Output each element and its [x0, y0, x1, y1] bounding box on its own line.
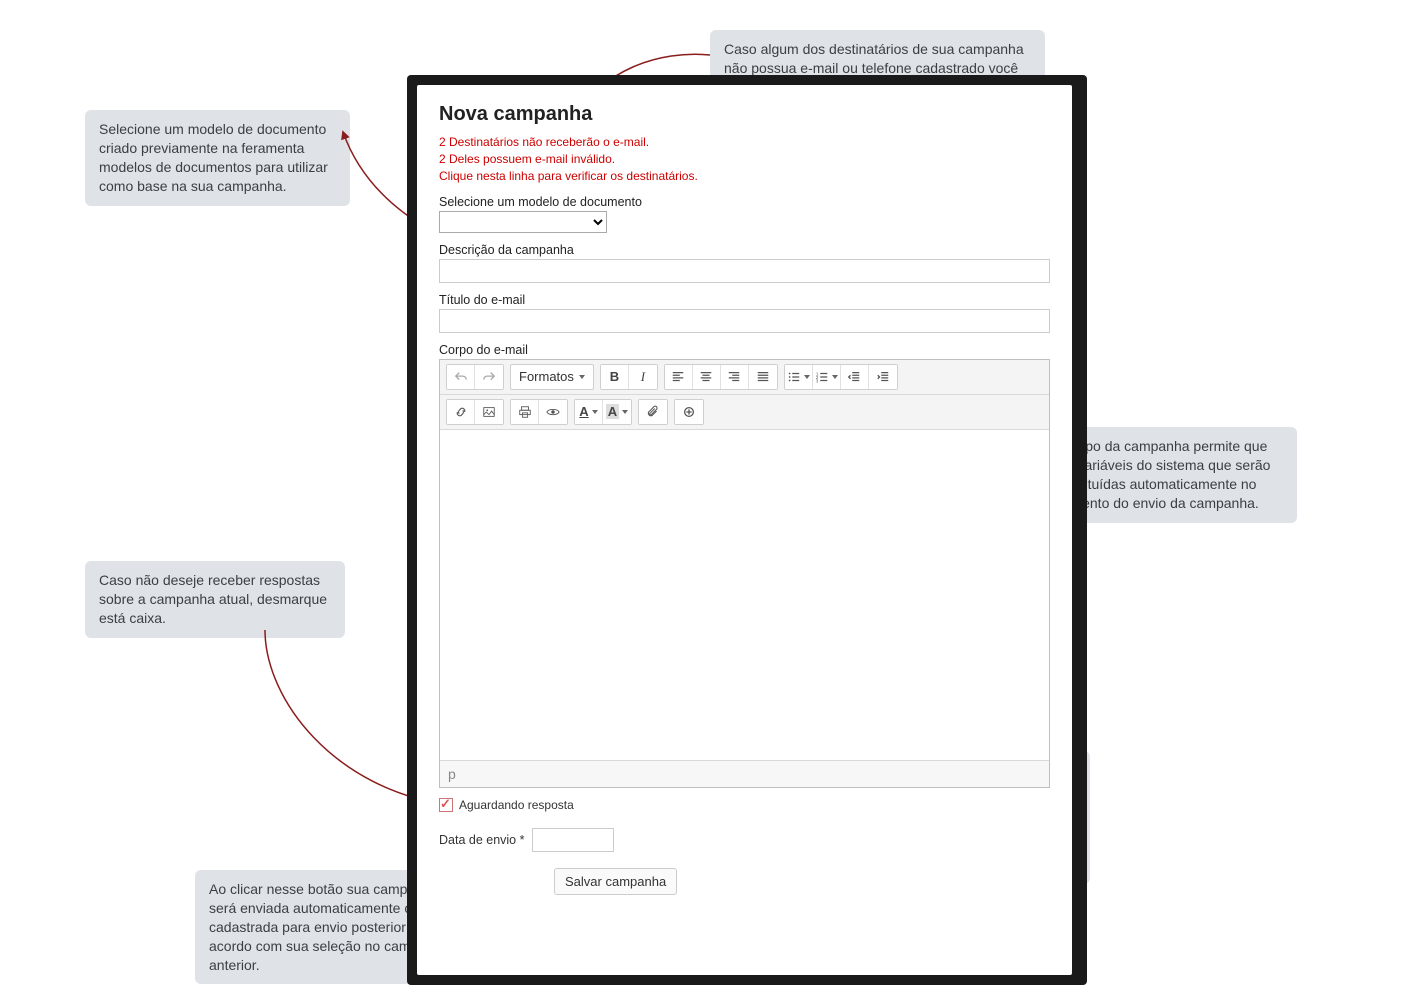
warning-line-link[interactable]: Clique nesta linha para verificar os des… — [439, 168, 1050, 184]
preview-button[interactable] — [539, 400, 567, 424]
align-justify-button[interactable] — [749, 365, 777, 389]
email-title-label: Título do e-mail — [439, 293, 1050, 307]
link-button[interactable] — [447, 400, 475, 424]
editor-content-area[interactable] — [440, 430, 1049, 760]
insert-button[interactable] — [675, 400, 703, 424]
formats-dropdown[interactable]: Formatos — [511, 365, 593, 389]
callout-awaiting-response: Caso não deseje receber respostas sobre … — [85, 561, 345, 638]
editor-status-path: p — [440, 760, 1049, 787]
redo-button[interactable] — [475, 365, 503, 389]
model-label: Selecione um modelo de documento — [439, 195, 1050, 209]
indent-button[interactable] — [869, 365, 897, 389]
model-select[interactable] — [439, 211, 607, 233]
align-center-button[interactable] — [693, 365, 721, 389]
warning-line-2: 2 Deles possuem e-mail inválido. — [439, 151, 1050, 167]
print-button[interactable] — [511, 400, 539, 424]
dialog-title: Nova campanha — [439, 103, 1050, 126]
text-color-button[interactable]: A — [575, 400, 603, 424]
description-label: Descrição da campanha — [439, 243, 1050, 257]
rich-text-editor: Formatos B I 123 — [439, 359, 1050, 788]
awaiting-response-label: Aguardando resposta — [459, 798, 574, 812]
dialog-frame: Nova campanha 2 Destinatários não recebe… — [417, 85, 1072, 975]
send-date-input[interactable] — [532, 828, 614, 852]
align-right-button[interactable] — [721, 365, 749, 389]
outdent-button[interactable] — [841, 365, 869, 389]
image-button[interactable] — [475, 400, 503, 424]
description-input[interactable] — [439, 259, 1050, 283]
save-campaign-button[interactable]: Salvar campanha — [554, 868, 677, 895]
awaiting-response-checkbox[interactable] — [439, 798, 453, 812]
align-left-button[interactable] — [665, 365, 693, 389]
bg-color-button[interactable]: A — [603, 400, 631, 424]
bullet-list-button[interactable] — [785, 365, 813, 389]
bold-button[interactable]: B — [601, 365, 629, 389]
svg-text:3: 3 — [816, 378, 819, 383]
email-title-input[interactable] — [439, 309, 1050, 333]
callout-model-select: Selecione um modelo de documento criado … — [85, 110, 350, 206]
attachment-button[interactable] — [639, 400, 667, 424]
undo-button[interactable] — [447, 365, 475, 389]
body-label: Corpo do e-mail — [439, 343, 1050, 357]
italic-button[interactable]: I — [629, 365, 657, 389]
warning-line-1: 2 Destinatários não receberão o e-mail. — [439, 134, 1050, 150]
number-list-button[interactable]: 123 — [813, 365, 841, 389]
send-date-label: Data de envio * — [439, 833, 524, 847]
campaign-dialog: Nova campanha 2 Destinatários não recebe… — [417, 85, 1072, 975]
